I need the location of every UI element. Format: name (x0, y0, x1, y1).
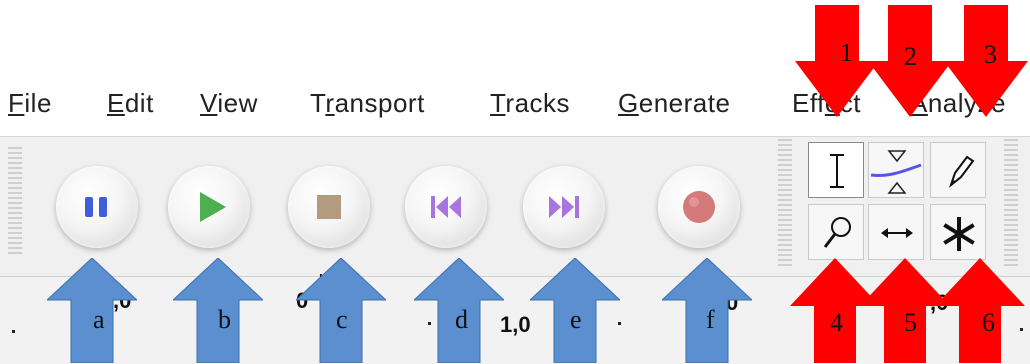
draw-tool[interactable] (930, 142, 986, 198)
annotation-label-e: e (570, 305, 582, 334)
ruler-label: 1,0 (500, 312, 531, 337)
skip-to-end-icon (549, 196, 579, 218)
envelope-icon (870, 150, 922, 194)
play-button[interactable] (168, 166, 250, 248)
skip-to-start-icon (431, 196, 461, 218)
i-beam-icon (830, 154, 844, 188)
play-icon (200, 192, 226, 222)
zoom-tool[interactable] (808, 204, 864, 260)
annotation-label-a: a (93, 305, 105, 334)
menu-tracks[interactable]: Tracks (490, 88, 570, 119)
annotation-label-3: 3 (984, 40, 997, 69)
skip-to-end-button[interactable] (523, 166, 605, 248)
annotation-label-6: 6 (982, 308, 995, 337)
annotation-label-d: d (455, 305, 468, 334)
menu-file[interactable]: File (8, 88, 52, 119)
tools-grip[interactable] (778, 139, 792, 269)
pause-icon (85, 197, 107, 217)
pencil-icon (948, 155, 975, 188)
annotation-arrow-a (47, 258, 137, 363)
menu-transport[interactable]: Transport (310, 88, 425, 119)
pause-button[interactable] (56, 166, 138, 248)
annotation-label-b: b (218, 305, 231, 334)
menu-generate[interactable]: Generate (618, 88, 730, 119)
annotation-label-4: 4 (830, 308, 843, 337)
annotation-label-5: 5 (904, 308, 917, 337)
record-button[interactable] (658, 166, 740, 248)
annotation-arrow-1 (795, 5, 879, 117)
time-shift-tool[interactable] (868, 204, 924, 260)
stop-icon (317, 195, 341, 219)
double-arrow-icon (881, 228, 913, 238)
tools-grip-right[interactable] (1004, 139, 1018, 269)
ruler-tick (12, 330, 15, 333)
envelope-tool[interactable] (868, 142, 924, 198)
stop-button[interactable] (288, 166, 370, 248)
toolbar-grip[interactable] (8, 147, 22, 257)
menu-edit[interactable]: Edit (107, 88, 154, 119)
skip-to-start-button[interactable] (405, 166, 487, 248)
multi-tool[interactable] (930, 204, 986, 260)
annotation-label-f: f (706, 305, 715, 334)
asterisk-icon (943, 217, 975, 251)
annotation-label-1: 1 (840, 38, 853, 67)
annotation-arrow-6 (935, 258, 1025, 363)
annotation-label-c: c (336, 305, 348, 334)
annotation-label-2: 2 (904, 42, 917, 71)
record-icon (683, 191, 715, 223)
menu-view[interactable]: View (200, 88, 258, 119)
selection-tool[interactable] (808, 142, 864, 198)
magnifier-icon (823, 217, 851, 248)
